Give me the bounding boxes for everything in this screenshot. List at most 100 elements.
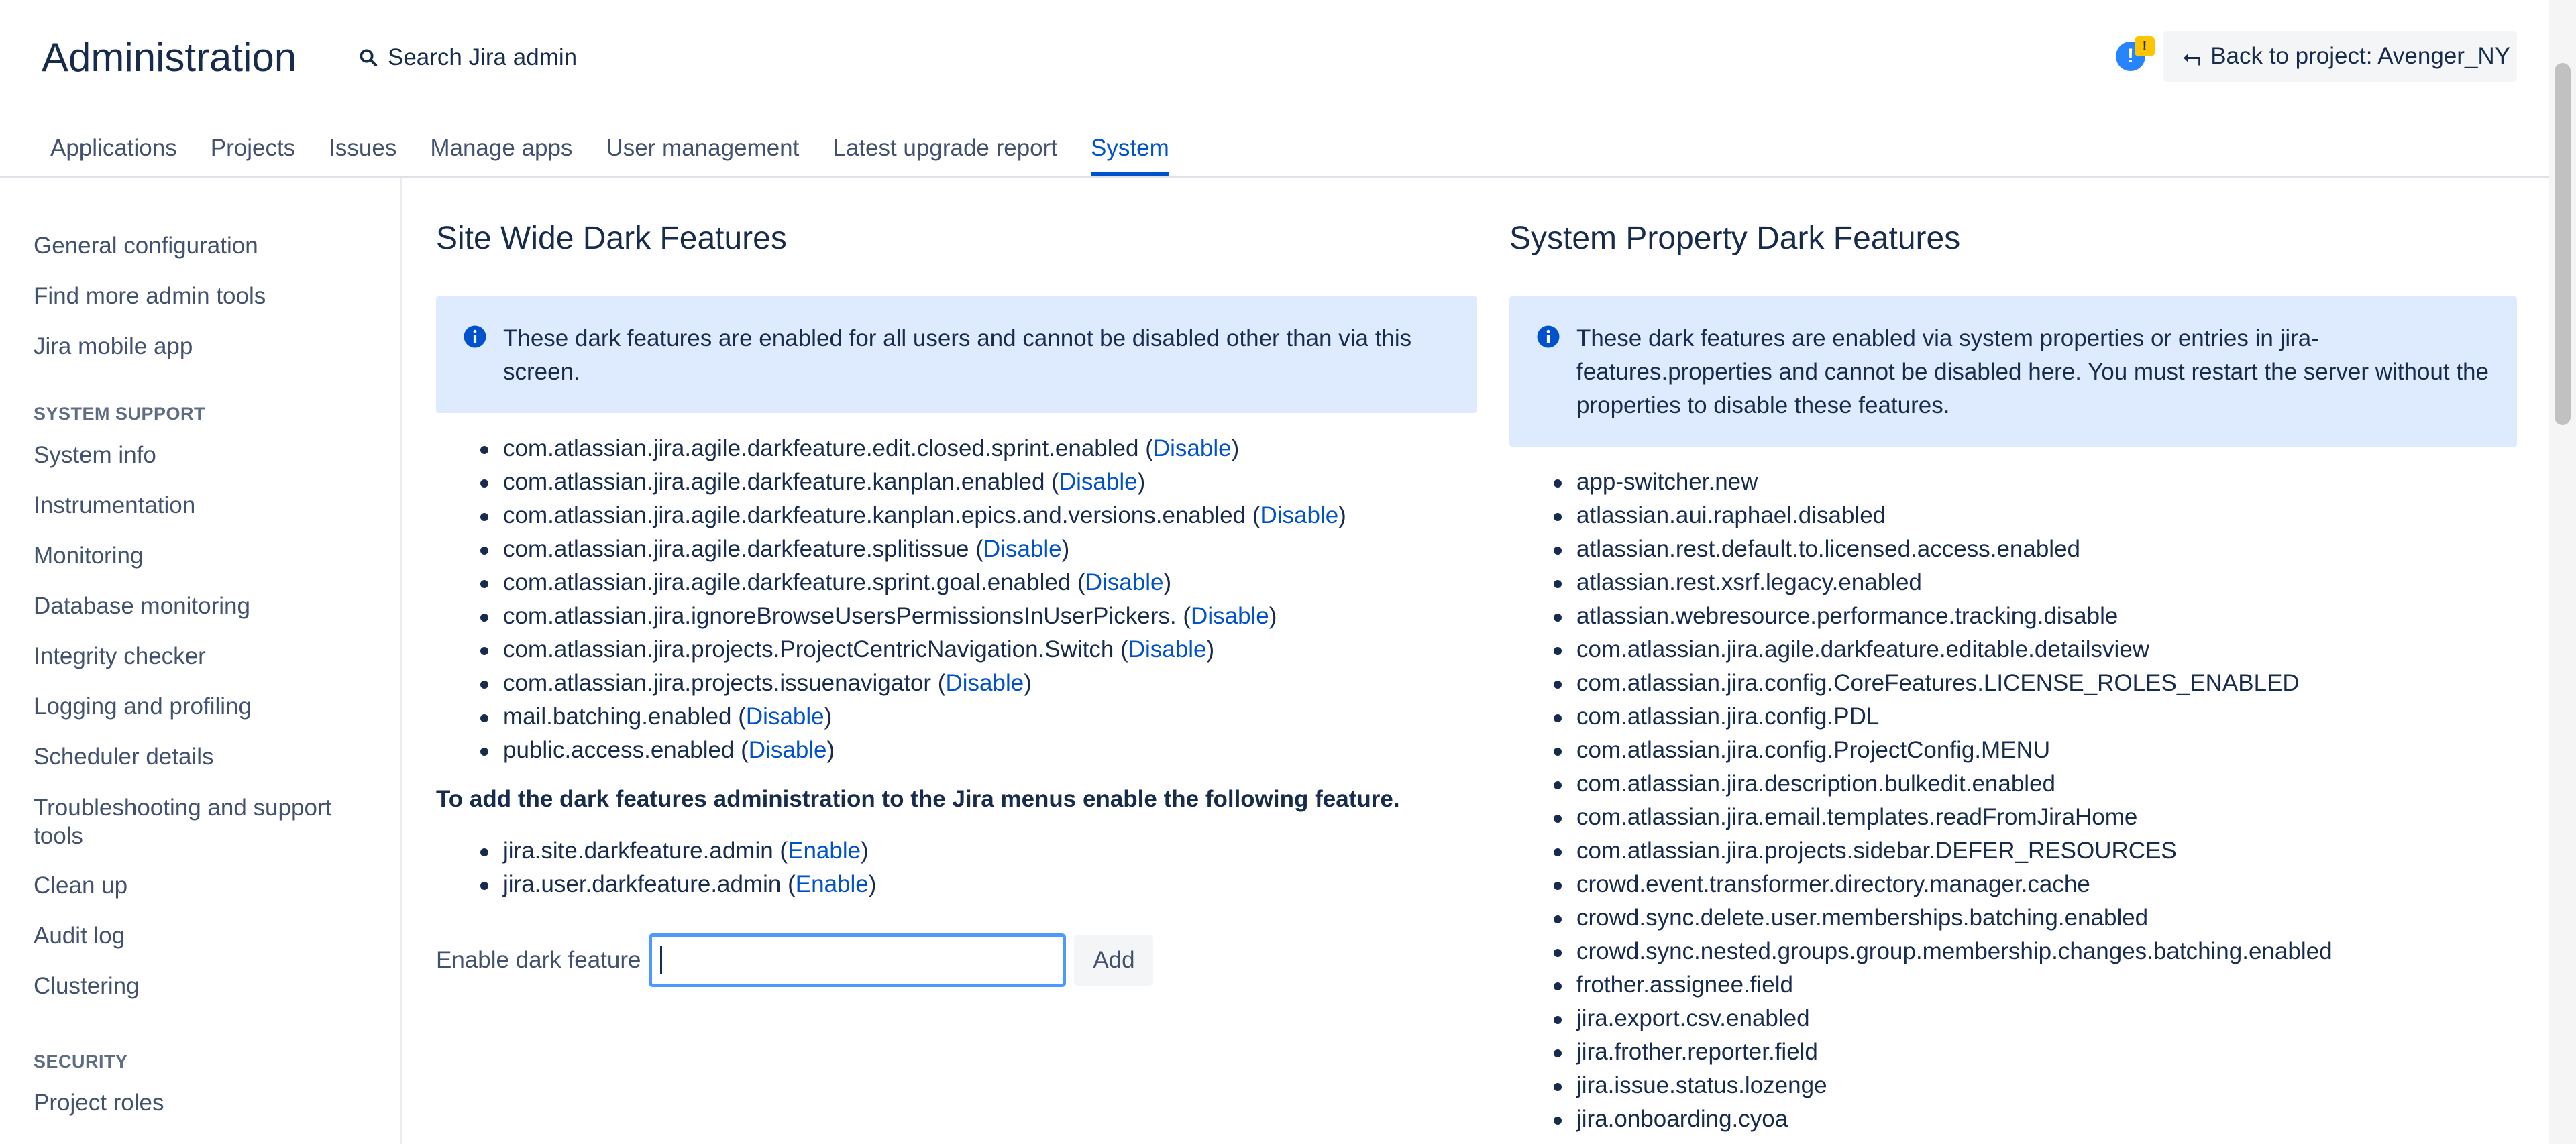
admin-feature-list: jira.site.darkfeature.admin (Enable) jira… (470, 834, 876, 901)
text-caret (660, 946, 663, 974)
feature-name: public.access.enabled (503, 737, 735, 763)
feature-name: app-switcher.new (1576, 469, 1758, 495)
search-icon (360, 49, 378, 67)
sidebar-item[interactable]: System info (34, 441, 382, 469)
sidebar-item[interactable]: General configuration (34, 232, 382, 260)
disable-link[interactable]: Disable (1085, 569, 1164, 595)
add-button[interactable]: Add (1074, 935, 1154, 986)
feature-name: mail.batching.enabled (503, 703, 732, 730)
dark-feature-input[interactable] (649, 933, 1067, 987)
disable-link[interactable]: Disable (1191, 603, 1269, 629)
feature-name: com.atlassian.jira.projects.issuenavigat… (503, 670, 932, 696)
enable-dark-feature-form: Enable dark feature Add (436, 933, 1154, 987)
list-item: com.atlassian.jira.agile.darkfeature.spr… (470, 566, 1346, 599)
sidebar-item[interactable]: Clustering (34, 972, 382, 1000)
admin-nav-tabs: Applications Projects Issues Manage apps Use… (34, 131, 1186, 176)
list-item: atlassian.rest.xsrf.legacy.enabled (1543, 566, 2332, 599)
disable-link[interactable]: Disable (945, 670, 1024, 696)
list-item: com.atlassian.jira.config.CoreFeatures.L… (1543, 667, 2332, 700)
enable-feature-label: Enable dark feature (436, 947, 641, 973)
feature-name: com.atlassian.jira.config.CoreFeatures.L… (1576, 670, 2300, 696)
tab-manage-apps[interactable]: Manage apps (413, 131, 589, 176)
search-admin-link[interactable]: Search Jira admin (358, 42, 577, 74)
site-wide-info-panel: These dark features are enabled for all … (436, 296, 1477, 413)
list-item: atlassian.aui.raphael.disabled (1543, 499, 2332, 532)
feature-name: jira.frother.reporter.field (1576, 1039, 1818, 1065)
feature-name: com.atlassian.jira.agile.darkfeature.kan… (503, 469, 1045, 495)
system-property-feature-list: app-switcher.new atlassian.aui.raphael.di… (1543, 465, 2332, 1136)
system-property-title: System Property Dark Features (1509, 221, 1961, 256)
list-item: com.atlassian.jira.projects.sidebar.DEFE… (1543, 834, 2332, 868)
sidebar-heading-security: SECURITY (34, 1051, 128, 1072)
list-item: app-switcher.new (1543, 465, 2332, 499)
disable-link[interactable]: Disable (1059, 469, 1138, 495)
feature-name: com.atlassian.jira.projects.sidebar.DEFE… (1576, 838, 2177, 864)
sidebar-heading-system-support: SYSTEM SUPPORT (34, 404, 206, 424)
notifications-button[interactable]: ! ! (2112, 36, 2155, 74)
list-item: jira.onboarding.cyoa (1543, 1102, 2332, 1136)
sidebar-item[interactable]: Clean up (34, 872, 382, 900)
scrollbar-thumb[interactable] (2555, 63, 2571, 425)
info-icon (1537, 325, 1560, 348)
feature-name: crowd.event.transformer.directory.manage… (1576, 871, 2090, 897)
disable-link[interactable]: Disable (746, 703, 824, 730)
list-item: com.atlassian.jira.description.bulkedit.… (1543, 767, 2332, 801)
sidebar-item[interactable]: Monitoring (34, 542, 382, 570)
sidebar-item[interactable]: Integrity checker (34, 642, 382, 671)
site-wide-feature-list: com.atlassian.jira.agile.darkfeature.edi… (470, 432, 1346, 767)
tab-latest-upgrade-report[interactable]: Latest upgrade report (816, 131, 1074, 176)
feature-name: atlassian.rest.default.to.licensed.acces… (1576, 536, 2081, 562)
sidebar-item[interactable]: Find more admin tools (34, 282, 382, 310)
enable-link[interactable]: Enable (796, 871, 869, 897)
feature-name: com.atlassian.jira.ignoreBrowseUsersPerm… (503, 603, 1177, 629)
system-property-info-text: These dark features are enabled via syst… (1576, 325, 2489, 418)
tab-applications[interactable]: Applications (34, 131, 194, 176)
site-wide-title: Site Wide Dark Features (436, 221, 787, 256)
feature-name: jira.issue.status.lozenge (1576, 1072, 1827, 1098)
tab-user-management[interactable]: User management (589, 131, 816, 176)
admin-note: To add the dark features administration … (436, 786, 1400, 812)
admin-sidebar: General configuration Find more admin too… (0, 178, 402, 1144)
disable-link[interactable]: Disable (1128, 636, 1207, 663)
sidebar-item[interactable]: Troubleshooting and support tools (34, 794, 382, 850)
tab-issues[interactable]: Issues (312, 131, 413, 176)
tab-projects[interactable]: Projects (194, 131, 312, 176)
sidebar-item[interactable]: Audit log (34, 922, 382, 950)
feature-name: frother.assignee.field (1576, 972, 1793, 998)
site-wide-info-text: These dark features are enabled for all … (503, 325, 1412, 385)
admin-header: Administration Search Jira admin ! ! ⮢ B… (0, 0, 2549, 178)
feature-name: jira.site.darkfeature.admin (503, 838, 773, 864)
list-item: com.atlassian.jira.agile.darkfeature.kan… (470, 499, 1346, 532)
feature-name: jira.onboarding.cyoa (1576, 1106, 1788, 1132)
feature-name: com.atlassian.jira.config.ProjectConfig.… (1576, 737, 2051, 763)
sidebar-item[interactable]: Logging and profiling (34, 693, 382, 721)
search-label: Search Jira admin (388, 44, 578, 70)
disable-link[interactable]: Disable (749, 737, 827, 763)
notification-badge: ! (2135, 36, 2155, 56)
feature-name: com.atlassian.jira.agile.darkfeature.spl… (503, 536, 969, 562)
back-to-project-button[interactable]: ⮢ Back to project: Avenger_NY (2163, 31, 2517, 82)
disable-link[interactable]: Disable (983, 536, 1062, 562)
feature-name: atlassian.webresource.performance.tracki… (1576, 603, 2118, 629)
sidebar-item[interactable]: Scheduler details (34, 743, 382, 771)
feature-name: com.atlassian.jira.agile.darkfeature.kan… (503, 502, 1246, 528)
feature-name: crowd.sync.nested.groups.group.membershi… (1576, 938, 2332, 964)
page-scrollbar[interactable] (2549, 0, 2576, 1144)
sidebar-item[interactable]: Jira mobile app (34, 333, 382, 361)
feature-name: com.atlassian.jira.email.templates.readF… (1576, 804, 2138, 830)
feature-name: crowd.sync.delete.user.memberships.batch… (1576, 905, 2149, 931)
disable-link[interactable]: Disable (1153, 435, 1232, 461)
list-item: com.atlassian.jira.config.ProjectConfig.… (1543, 734, 2332, 767)
list-item: crowd.event.transformer.directory.manage… (1543, 868, 2332, 901)
disable-link[interactable]: Disable (1260, 502, 1338, 528)
list-item: atlassian.webresource.performance.tracki… (1543, 599, 2332, 633)
feature-name: com.atlassian.jira.description.bulkedit.… (1576, 770, 2056, 797)
tab-system[interactable]: System (1074, 131, 1186, 176)
list-item: com.atlassian.jira.agile.darkfeature.edi… (470, 432, 1346, 465)
sidebar-item[interactable]: Project roles (34, 1089, 382, 1117)
sidebar-item[interactable]: Database monitoring (34, 592, 382, 620)
feature-name: com.atlassian.jira.agile.darkfeature.edi… (1576, 636, 2150, 663)
sidebar-item[interactable]: Instrumentation (34, 492, 382, 520)
enable-link[interactable]: Enable (788, 838, 861, 864)
return-arrow-icon: ⮢ (2183, 44, 2202, 69)
